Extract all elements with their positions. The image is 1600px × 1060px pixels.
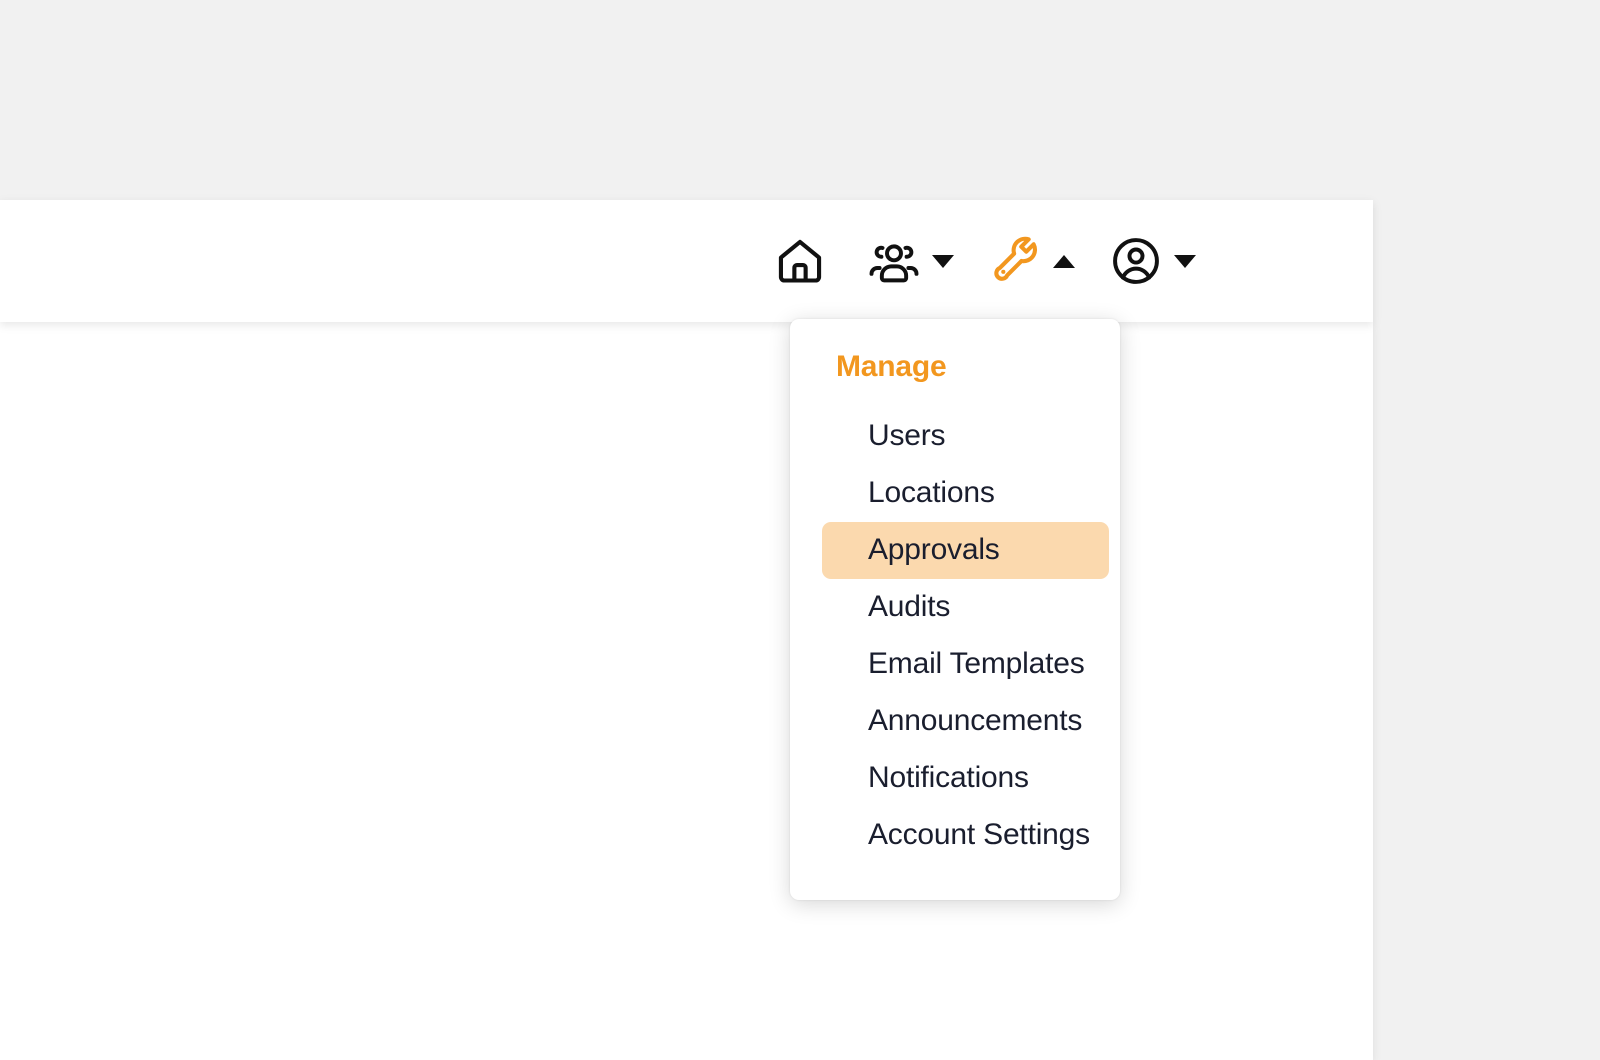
nav-item-manage[interactable] xyxy=(986,200,1107,322)
nav-item-home[interactable] xyxy=(771,200,829,322)
menu-item-audits[interactable]: Audits xyxy=(822,579,1109,636)
menu-item-users[interactable]: Users xyxy=(822,408,1109,465)
menu-item-locations[interactable]: Locations xyxy=(822,465,1109,522)
top-navigation-bar xyxy=(0,200,1373,322)
menu-item-approvals[interactable]: Approvals xyxy=(822,522,1109,579)
wrench-icon[interactable] xyxy=(986,232,1044,290)
people-group-icon[interactable] xyxy=(865,232,923,290)
nav-item-people[interactable] xyxy=(865,200,986,322)
nav-item-account[interactable] xyxy=(1107,200,1228,322)
chevron-down-icon-account[interactable] xyxy=(1174,254,1196,268)
account-circle-icon[interactable] xyxy=(1107,232,1165,290)
manage-dropdown-menu: Manage Users Locations Approvals Audits … xyxy=(790,319,1120,900)
home-icon[interactable] xyxy=(771,232,829,290)
chevron-down-icon-people[interactable] xyxy=(932,254,954,268)
nav-icon-group xyxy=(771,200,1228,322)
menu-item-email-templates[interactable]: Email Templates xyxy=(822,636,1109,693)
menu-item-notifications[interactable]: Notifications xyxy=(822,750,1109,807)
app-window xyxy=(0,200,1373,1060)
menu-item-announcements[interactable]: Announcements xyxy=(822,693,1109,750)
menu-item-account-settings[interactable]: Account Settings xyxy=(822,807,1109,864)
chevron-up-icon-manage[interactable] xyxy=(1053,254,1075,268)
dropdown-heading: Manage xyxy=(836,350,947,383)
main-content-area xyxy=(0,322,1373,1060)
